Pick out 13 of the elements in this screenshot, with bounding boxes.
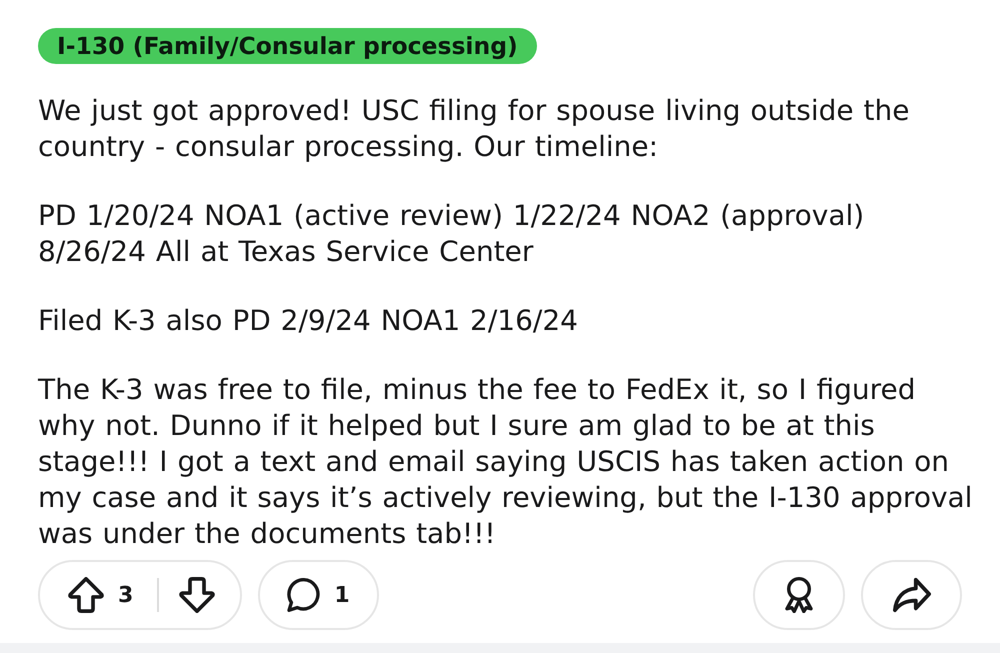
post-body-paragraph: The K-3 was free to file, minus the fee to FedEx it, so I figured why not. Dunno if it helped but I sure am glad to be at this stage!!! I got a text and email saying USCIS has taken action on my case and it says it’s actively reviewing, but the I-130 approval was under the documents tab!!!: [38, 372, 974, 552]
arrow-up-icon: [68, 577, 104, 613]
share-arrow-icon: [892, 576, 930, 614]
post-body-paragraph: PD 1/20/24 NOA1 (active review) 1/22/24 NOA2 (approval) 8/26/24 All at Texas Service Center: [38, 198, 866, 270]
post-flair[interactable]: I-130 (Family/Consular processing): [38, 28, 537, 64]
vote-count: 3: [117, 582, 134, 608]
post-body-paragraph: Filed K-3 also PD 2/9/24 NOA1 2/16/24: [38, 303, 579, 339]
arrow-down-icon: [179, 577, 216, 613]
post-body-paragraph: We just got approved! USC filing for spouse living outside the country - consular processing. Our timeline:: [38, 93, 910, 165]
downvote-button[interactable]: [179, 577, 216, 613]
upvote-button[interactable]: [68, 577, 104, 613]
comments-button[interactable]: 1: [258, 560, 379, 630]
speech-bubble-icon: [287, 578, 322, 612]
